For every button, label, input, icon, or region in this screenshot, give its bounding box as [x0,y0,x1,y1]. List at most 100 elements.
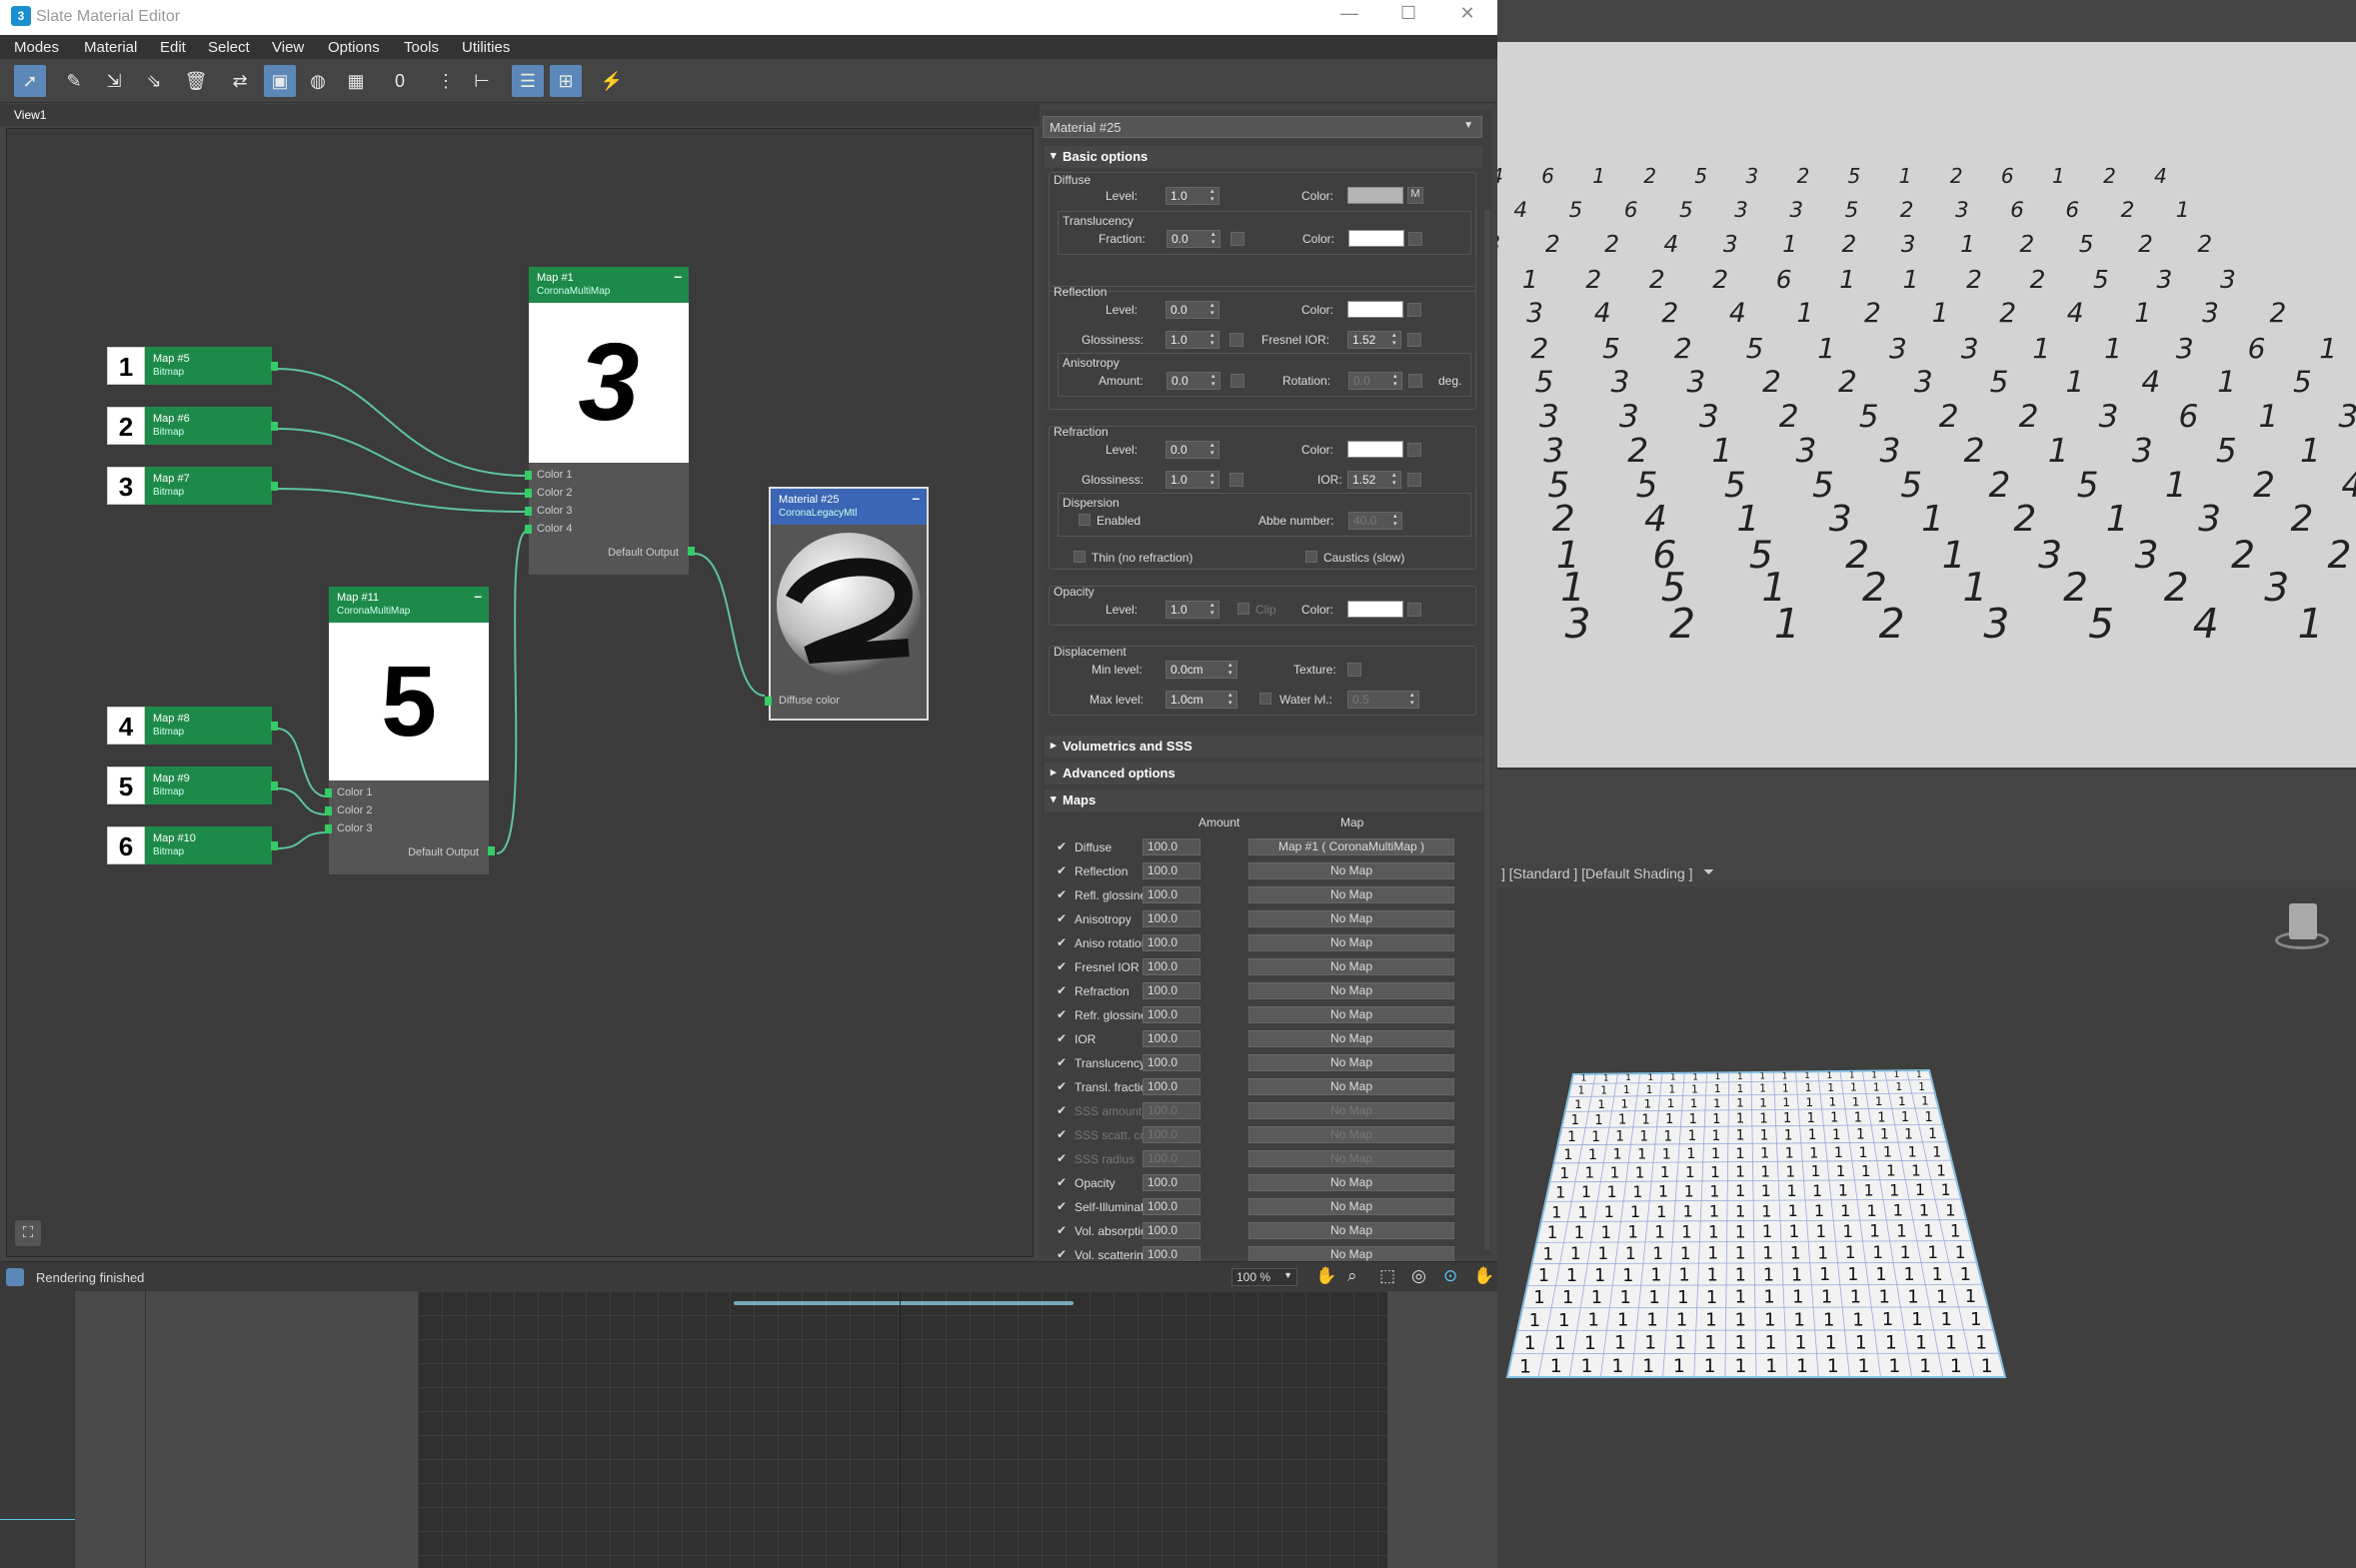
bitmap-node-header[interactable]: Map #9 Bitmap [145,767,272,804]
translucency-fraction-spinner[interactable]: 0.0 [1167,230,1220,248]
map-amount-spinner[interactable]: 100.0 [1143,910,1200,927]
ior-map-button[interactable] [1407,473,1421,487]
menu-select[interactable]: Select [208,39,250,56]
title-bar[interactable]: 3 Slate Material Editor — ☐ ✕ [0,0,1497,35]
multimap-node-header[interactable]: Map #11 CoronaMultiMap – [329,587,489,623]
input-port[interactable] [325,788,332,797]
map-enabled-checkbox[interactable]: ✔ [1057,1200,1069,1212]
show-background-icon[interactable]: ▦ [340,65,372,97]
layout-children-icon[interactable]: ⊢ [466,65,498,97]
map-enabled-checkbox[interactable]: ✔ [1057,1104,1069,1116]
diffuse-map-button[interactable]: M [1407,187,1423,204]
multimap-node[interactable]: Map #1 CoronaMultiMap – 3 Color 1 Color … [525,267,695,575]
map-enabled-checkbox[interactable]: ✔ [1057,1080,1069,1092]
rollout-advanced[interactable]: ▸ Advanced options [1045,763,1482,784]
glossiness-map-button[interactable] [1229,333,1243,347]
navigator-binoculars-icon[interactable]: ⛶ [15,1220,41,1246]
map-enabled-checkbox[interactable]: ✔ [1057,888,1069,900]
put-material-to-scene-icon[interactable]: ⇲ [98,65,130,97]
material-node[interactable]: Material #25 CoronaLegacyMtl – Diffuse c… [765,487,929,721]
reflection-level-spinner[interactable]: 0.0 [1166,301,1219,319]
map-amount-spinner[interactable]: 100.0 [1143,1174,1200,1191]
output-port[interactable] [271,722,278,731]
map-enabled-checkbox[interactable]: ✔ [1057,960,1069,972]
zoom-selected-icon[interactable]: ⊙ [1443,1266,1457,1286]
bitmap-node-header[interactable]: Map #10 Bitmap [145,826,272,864]
reflection-color-map-button[interactable] [1407,303,1421,317]
select-by-material-icon[interactable]: ⚡ [596,65,628,97]
map-slot-button[interactable]: No Map [1248,1054,1454,1071]
parameter-editor-icon[interactable]: ⊞ [550,65,582,97]
refraction-glossiness-spinner[interactable]: 1.0 [1166,471,1219,489]
map-amount-spinner[interactable]: 100.0 [1143,1198,1200,1215]
translucency-color-map-button[interactable] [1408,232,1422,246]
map-enabled-checkbox[interactable]: ✔ [1057,1128,1069,1140]
map-enabled-checkbox[interactable]: ✔ [1057,1248,1069,1260]
displacement-texture-button[interactable] [1347,663,1361,677]
menu-material[interactable]: Material [84,39,137,56]
input-port[interactable] [525,489,532,498]
opacity-level-spinner[interactable]: 1.0 [1166,601,1219,619]
map-slot-button[interactable]: No Map [1248,1102,1454,1119]
material-map-browser-icon[interactable]: ☰ [512,65,544,97]
hide-unused-slots-icon[interactable]: ▣ [264,65,296,97]
tab-view1[interactable]: View1 [14,108,46,122]
zoom-region-icon[interactable]: ⬚ [1379,1266,1395,1286]
map-amount-spinner[interactable]: 100.0 [1143,982,1200,999]
panel-scrollbar[interactable] [1484,210,1490,1249]
rollout-maps[interactable]: ▾ Maps [1045,789,1482,811]
menu-tools[interactable]: Tools [404,39,439,56]
map-enabled-checkbox[interactable]: ✔ [1057,1224,1069,1236]
clip-checkbox[interactable] [1237,603,1249,615]
collapse-node-icon[interactable]: – [912,491,920,505]
layout-all-vertical-icon[interactable]: ⋮ [430,65,462,97]
input-port[interactable] [325,824,332,833]
map-enabled-checkbox[interactable]: ✔ [1057,1032,1069,1044]
map-amount-spinner[interactable]: 100.0 [1143,886,1200,903]
map-slot-button[interactable]: No Map [1248,1078,1454,1095]
translucency-color-swatch[interactable] [1348,230,1404,247]
input-port[interactable] [525,507,532,516]
fraction-map-button[interactable] [1230,232,1244,246]
map-enabled-checkbox[interactable]: ✔ [1057,1176,1069,1188]
map-amount-spinner[interactable]: 100.0 [1143,862,1200,879]
water-level-spinner[interactable]: 0.5 [1347,691,1419,709]
map-amount-spinner[interactable]: 100.0 [1143,958,1200,975]
input-port[interactable] [765,697,772,706]
map-slot-button[interactable]: No Map [1248,958,1454,975]
multimap-node-header[interactable]: Map #1 CoronaMultiMap – [529,267,689,303]
map-slot-button[interactable]: No Map [1248,886,1454,903]
collapse-node-icon[interactable]: – [674,269,682,283]
map-amount-spinner[interactable]: 100.0 [1143,1078,1200,1095]
map-enabled-checkbox[interactable]: ✔ [1057,936,1069,948]
filter-icon[interactable]: ⏷ [1703,863,1714,880]
thin-checkbox[interactable] [1074,551,1086,563]
map-amount-spinner[interactable]: 100.0 [1143,838,1200,855]
material-id-channel-icon[interactable]: 0 [384,65,416,97]
map-slot-button[interactable]: No Map [1248,1174,1454,1191]
map-slot-button[interactable]: No Map [1248,1030,1454,1047]
diffuse-level-spinner[interactable]: 1.0 [1166,187,1219,205]
map-slot-button[interactable]: No Map [1248,1150,1454,1167]
bitmap-node-header[interactable]: Map #7 Bitmap [145,467,272,505]
map-enabled-checkbox[interactable]: ✔ [1057,864,1069,876]
map-amount-spinner[interactable]: 100.0 [1143,934,1200,951]
refraction-color-swatch[interactable] [1347,441,1403,458]
bitmap-node-header[interactable]: Map #6 Bitmap [145,407,272,445]
input-port[interactable] [525,525,532,534]
abbe-number-spinner[interactable]: 40.0 [1348,512,1402,530]
map-slot-button[interactable]: No Map [1248,1222,1454,1239]
reflection-glossiness-spinner[interactable]: 1.0 [1166,331,1219,349]
move-children-icon[interactable]: ⇄ [224,65,256,97]
reflection-color-swatch[interactable] [1347,301,1403,318]
menu-utilities[interactable]: Utilities [462,39,510,56]
rollout-basic-options[interactable]: ▾ Basic options [1045,146,1482,168]
map-amount-spinner[interactable]: 100.0 [1143,1054,1200,1071]
map-amount-spinner[interactable]: 100.0 [1143,1006,1200,1023]
map-enabled-checkbox[interactable]: ✔ [1057,1008,1069,1020]
rotation-map-button[interactable] [1408,374,1422,388]
select-tool-icon[interactable]: ➚ [14,65,46,97]
map-amount-spinner[interactable]: 100.0 [1143,1126,1200,1143]
input-port[interactable] [525,471,532,480]
close-button[interactable]: ✕ [1447,3,1487,31]
